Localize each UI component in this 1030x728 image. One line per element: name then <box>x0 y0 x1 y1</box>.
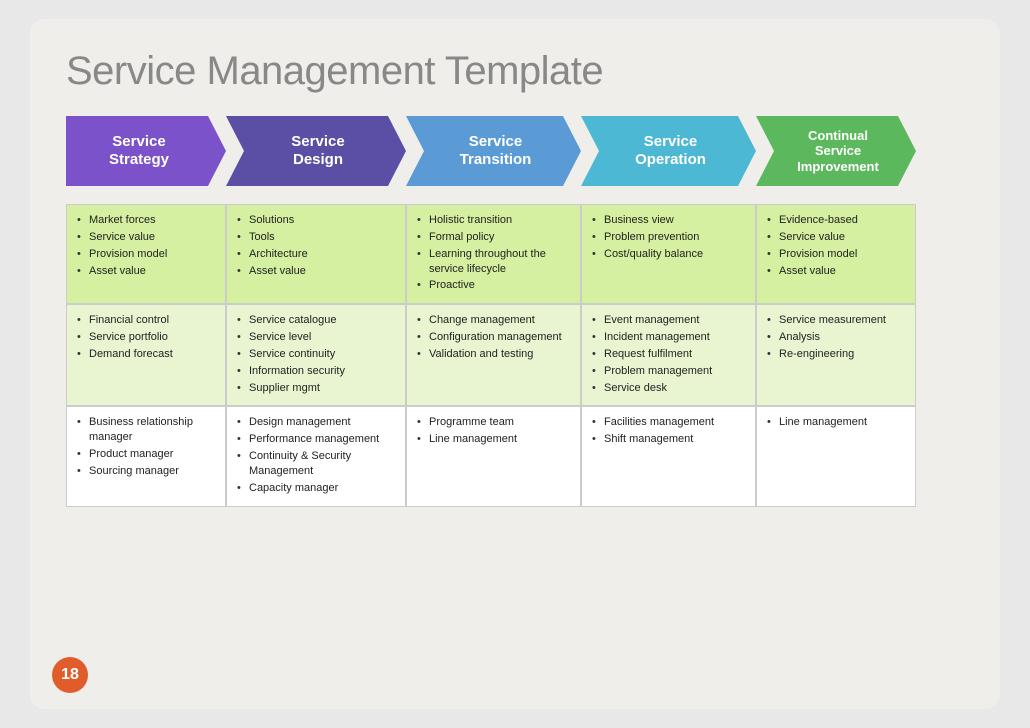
cell-r0-c0: Market forces Service value Provision mode… <box>66 204 226 304</box>
cell-r2-c1: Design management Performance management C… <box>226 406 406 506</box>
cell-r1-c4: Service measurement Analysis Re-engineerin… <box>756 304 916 406</box>
cell-r2-c4: Line management <box>756 406 916 506</box>
list-item: Facilities management <box>592 415 745 430</box>
list-item: Learning throughout the service lifecycl… <box>417 247 570 277</box>
list-item: Configuration management <box>417 330 570 345</box>
cell-r0-c1: Solutions Tools Architecture Asset value <box>226 204 406 304</box>
list-item: Line management <box>417 432 570 447</box>
list-item: Capacity manager <box>237 481 395 496</box>
cell-r1-c2: Change management Configuration managemen… <box>406 304 581 406</box>
list-item: Demand forecast <box>77 347 215 362</box>
cell-r1-c1: Service catalogue Service level Service co… <box>226 304 406 406</box>
list-item: Information security <box>237 364 395 379</box>
cell-r1-c0: Financial control Service portfolio Demand… <box>66 304 226 406</box>
list-item: Service portfolio <box>77 330 215 345</box>
list-item: Validation and testing <box>417 347 570 362</box>
list-item: Proactive <box>417 278 570 293</box>
list-item: Provision model <box>77 247 215 262</box>
list-item: Evidence-based <box>767 213 905 228</box>
list-item: Design management <box>237 415 395 430</box>
cell-r0-c2: Holistic transition Formal policy Learning… <box>406 204 581 304</box>
cell-r0-c4: Evidence-based Service value Provision mod… <box>756 204 916 304</box>
list-item: Provision model <box>767 247 905 262</box>
list-item: Service value <box>767 230 905 245</box>
list-item: Event management <box>592 313 745 328</box>
list-item: Asset value <box>77 264 215 279</box>
list-item: Shift management <box>592 432 745 447</box>
list-item: Tools <box>237 230 395 245</box>
list-item: Line management <box>767 415 905 430</box>
list-item: Supplier mgmt <box>237 381 395 396</box>
cell-r0-c3: Business view Problem prevention Cost/qual… <box>581 204 756 304</box>
slide-title: Service Management Template <box>66 49 964 94</box>
list-item: Business view <box>592 213 745 228</box>
list-item: Programme team <box>417 415 570 430</box>
cell-r2-c2: Programme team Line management <box>406 406 581 506</box>
arrow-col1: ServiceStrategy <box>66 116 226 186</box>
arrow-col2: ServiceDesign <box>226 116 406 186</box>
list-item: Service level <box>237 330 395 345</box>
slide: Service Management Template ServiceStrat… <box>30 19 1000 709</box>
list-item: Product manager <box>77 447 215 462</box>
content-grid: Market forces Service value Provision mode… <box>66 204 964 507</box>
list-item: Solutions <box>237 213 395 228</box>
list-item: Formal policy <box>417 230 570 245</box>
list-item: Sourcing manager <box>77 464 215 479</box>
list-item: Request fulfilment <box>592 347 745 362</box>
cell-r2-c3: Facilities management Shift management <box>581 406 756 506</box>
list-item: Analysis <box>767 330 905 345</box>
list-item: Cost/quality balance <box>592 247 745 262</box>
list-item: Architecture <box>237 247 395 262</box>
cell-r2-c0: Business relationship manager Product man… <box>66 406 226 506</box>
list-item: Problem management <box>592 364 745 379</box>
list-item: Asset value <box>767 264 905 279</box>
list-item: Asset value <box>237 264 395 279</box>
cell-r1-c3: Event management Incident management Reque… <box>581 304 756 406</box>
list-item: Business relationship manager <box>77 415 215 445</box>
list-item: Problem prevention <box>592 230 745 245</box>
arrow-col3: ServiceTransition <box>406 116 581 186</box>
list-item: Performance management <box>237 432 395 447</box>
list-item: Financial control <box>77 313 215 328</box>
list-item: Re-engineering <box>767 347 905 362</box>
arrow-col4: ServiceOperation <box>581 116 756 186</box>
list-item: Service desk <box>592 381 745 396</box>
list-item: Incident management <box>592 330 745 345</box>
list-item: Service value <box>77 230 215 245</box>
arrow-col5: ContinualServiceImprovement <box>756 116 916 186</box>
page-number: 18 <box>52 657 88 693</box>
list-item: Service measurement <box>767 313 905 328</box>
arrows-row: ServiceStrategyServiceDesignServiceTrans… <box>66 116 964 186</box>
list-item: Service continuity <box>237 347 395 362</box>
list-item: Change management <box>417 313 570 328</box>
list-item: Continuity & Security Management <box>237 449 395 479</box>
list-item: Holistic transition <box>417 213 570 228</box>
list-item: Service catalogue <box>237 313 395 328</box>
list-item: Market forces <box>77 213 215 228</box>
